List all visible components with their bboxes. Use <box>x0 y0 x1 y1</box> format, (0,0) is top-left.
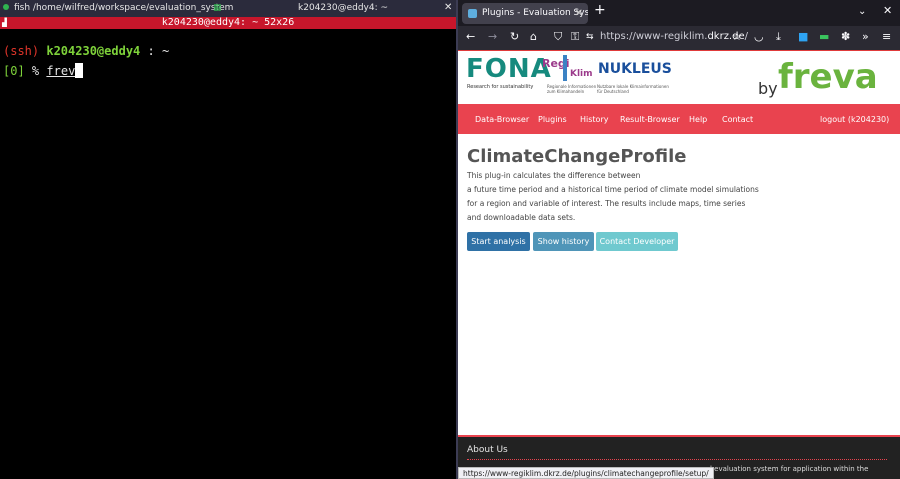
text-cursor <box>75 63 84 78</box>
terminal-status-bar: ▟ k204230@eddy4: ~ 52x26 <box>0 17 456 29</box>
back-icon[interactable]: ← <box>466 30 475 43</box>
freva-logo[interactable]: freva <box>778 57 878 97</box>
regiklim-logo-klim[interactable]: Klim <box>570 69 593 79</box>
prompt-user: k204230@eddy4 <box>46 44 141 58</box>
reload-icon[interactable]: ↻ <box>510 30 519 43</box>
web-page: FONA Research for sustainability Regi Kl… <box>458 50 900 479</box>
terminal-tab-left-title[interactable]: fish /home/wilfred/workspace/evaluation_… <box>14 3 233 13</box>
description-line: This plug-in calculates the difference b… <box>467 171 641 180</box>
nav-contact[interactable]: Contact <box>722 115 753 124</box>
regiklim-tagline-2: zum Klimahandeln <box>547 89 585 94</box>
fona-tagline: Research for sustainability <box>467 84 534 90</box>
prompt-cwd: ~ <box>161 44 170 58</box>
nukleus-tagline: Nutzbare lokale Klimainformationen für De… <box>597 84 669 94</box>
url-suffix: / <box>744 31 748 42</box>
extension-green-icon[interactable]: ▬ <box>819 30 829 43</box>
url-prefix: https://www-regiklim. <box>600 31 708 42</box>
start-analysis-button[interactable]: Start analysis <box>467 232 530 251</box>
prompt-line: (ssh) k204230@eddy4 : ~ <box>3 44 169 58</box>
command-line[interactable]: [0] % frev <box>3 63 84 78</box>
browser-nav-bar: ← → ↻ ⌂ ⛉ ⚿ ⇆ https://www-regiklim.dkrz.… <box>458 26 900 50</box>
page-title: ClimateChangeProfile <box>467 146 687 167</box>
home-icon[interactable]: ⌂ <box>530 30 537 43</box>
nukleus-tagline-2: für Deutschland <box>597 89 629 94</box>
pocket-icon[interactable]: ◡ <box>754 30 764 43</box>
nav-data-browser[interactable]: Data-Browser <box>475 115 529 124</box>
download-icon[interactable]: ⤓ <box>776 30 781 44</box>
about-heading: About Us <box>467 445 508 455</box>
browser-tab[interactable]: Plugins - Evaluation Syste ✕ <box>462 3 588 24</box>
forward-icon[interactable]: → <box>488 30 497 43</box>
logout-link[interactable]: logout (k204230) <box>820 115 889 124</box>
lock-icon[interactable]: ⚿ <box>571 30 579 44</box>
regiklim-tagline: Regionale Informationen zum Klimahandeln <box>547 84 596 94</box>
extension-blue-icon[interactable]: ■ <box>798 30 808 43</box>
favicon-icon <box>468 9 477 18</box>
menu-icon[interactable]: ≡ <box>882 30 891 43</box>
browser-tab-bar: Plugins - Evaluation Syste ✕ + ⌄ ✕ <box>458 0 900 26</box>
nav-history[interactable]: History <box>580 115 608 124</box>
chevron-down-icon[interactable]: ⌄ <box>858 6 866 17</box>
description-line: a future time period and a historical ti… <box>467 185 759 194</box>
regiklim-logo-bar <box>563 55 567 81</box>
terminal-title-bar: fish /home/wilfred/workspace/evaluation_… <box>0 0 456 17</box>
terminal-tab-right-title[interactable]: k204230@eddy4: ~ <box>298 3 388 13</box>
command-text[interactable]: frev <box>46 64 75 78</box>
nukleus-logo[interactable]: NUKLEUS <box>598 61 672 77</box>
link-status-url: https://www-regiklim.dkrz.de/plugins/cli… <box>458 467 714 479</box>
new-tab-icon[interactable]: + <box>594 2 606 18</box>
browser-window: Plugins - Evaluation Syste ✕ + ⌄ ✕ ← → ↻… <box>458 0 900 479</box>
prompt-symbol: % <box>31 64 40 78</box>
nav-help[interactable]: Help <box>689 115 707 124</box>
nav-result-browser[interactable]: Result-Browser <box>620 115 680 124</box>
contact-developer-button[interactable]: Contact Developer <box>596 232 678 251</box>
prompt-ssh: (ssh) <box>3 44 40 58</box>
permissions-icon[interactable]: ⇆ <box>586 32 594 42</box>
overflow-icon[interactable]: » <box>862 30 869 43</box>
exit-code: [0] <box>3 64 25 78</box>
site-nav: Data-Browser Plugins History Result-Brow… <box>458 104 900 134</box>
grid-icon: ▦ <box>213 3 222 13</box>
shield-icon[interactable]: ⛉ <box>554 30 562 44</box>
by-label: by <box>758 79 778 98</box>
terminal-pane[interactable]: ▟ k204230@eddy4: ~ 52x26 (ssh) k204230@e… <box>0 17 456 479</box>
terminal-status-text: k204230@eddy4: ~ 52x26 <box>161 17 295 28</box>
url-bar[interactable]: https://www-regiklim.dkrz.de/ <box>600 31 748 42</box>
nav-plugins[interactable]: Plugins <box>538 115 567 124</box>
site-header: FONA Research for sustainability Regi Kl… <box>458 50 900 104</box>
resize-icon: ▟ <box>2 18 7 27</box>
about-text: l evaluation system for application with… <box>710 465 869 473</box>
close-icon[interactable]: ✕ <box>444 2 452 13</box>
about-divider <box>467 459 887 460</box>
prompt-separator: : <box>147 44 155 58</box>
status-dot-icon <box>3 4 9 10</box>
description-line: for a region and variable of interest. T… <box>467 199 746 208</box>
show-history-button[interactable]: Show history <box>533 232 594 251</box>
fona-logo[interactable]: FONA <box>466 54 552 84</box>
tab-title: Plugins - Evaluation Syste <box>482 8 588 18</box>
bookmark-star-icon[interactable]: ☆ <box>732 30 742 43</box>
extension-icon[interactable]: ✽ <box>841 30 850 43</box>
description-line: and downloadable data sets. <box>467 213 576 222</box>
tab-close-icon[interactable]: ✕ <box>575 3 583 24</box>
window-close-icon[interactable]: ✕ <box>883 4 892 17</box>
